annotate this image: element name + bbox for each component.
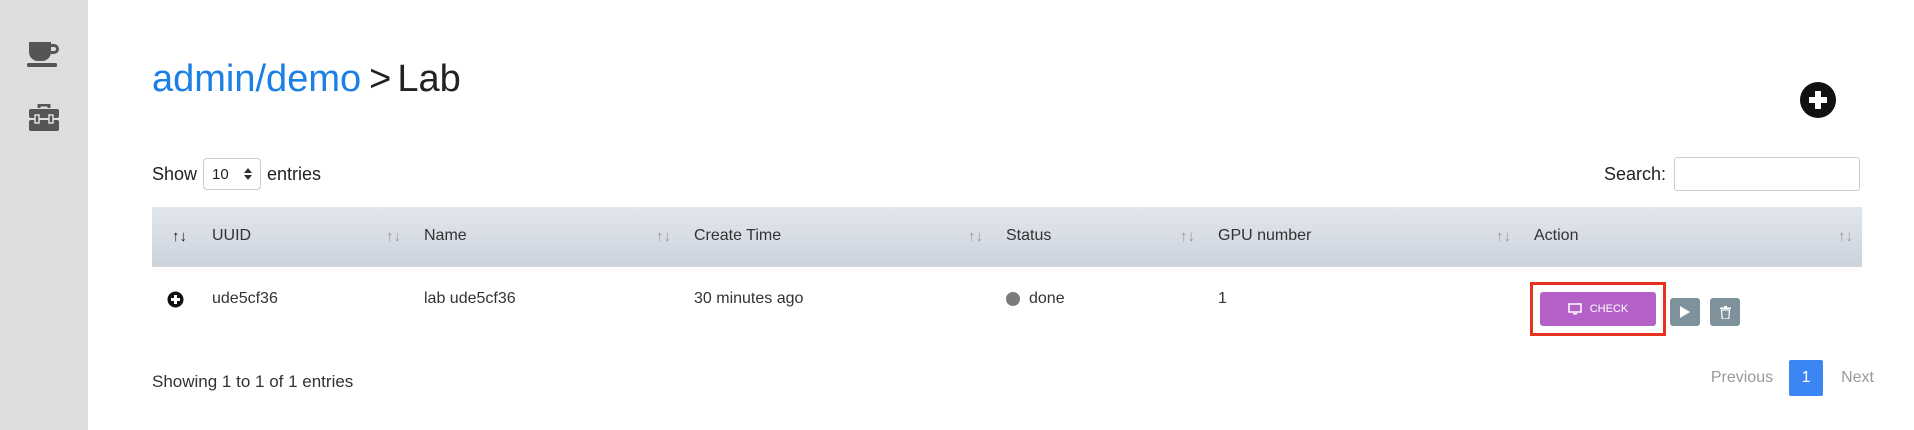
column-header-action[interactable]: Action [1534, 207, 1578, 265]
add-lab-button[interactable] [1800, 82, 1836, 118]
plus-circle-icon [1809, 91, 1827, 109]
search-control: Search: [1604, 156, 1860, 192]
breadcrumb-current: Lab [397, 58, 461, 100]
previous-page-button[interactable]: Previous [1711, 369, 1773, 387]
table-header: ↑↓ UUID ↑↓ Name ↑↓ Create Time ↑↓ Status… [152, 207, 1862, 267]
sort-status-icon[interactable]: ↑↓ [1180, 207, 1195, 265]
column-header-create-time[interactable]: Create Time [694, 207, 781, 265]
column-header-gpu-number[interactable]: GPU number [1218, 207, 1311, 265]
search-label: Search: [1603, 163, 1666, 184]
cell-create-time: 30 minutes ago [694, 290, 804, 307]
entries-label: entries [267, 163, 322, 184]
search-input[interactable] [1674, 157, 1860, 191]
status-text: done [1029, 290, 1065, 307]
breadcrumb-separator: > [369, 58, 392, 100]
next-page-button[interactable]: Next [1841, 369, 1874, 387]
cell-name: lab ude5cf36 [424, 290, 516, 307]
sort-name-icon[interactable]: ↑↓ [656, 207, 671, 265]
toolbox-icon[interactable] [26, 100, 62, 136]
status-dot-icon [1006, 292, 1020, 306]
sort-action-icon[interactable]: ↑↓ [1838, 207, 1853, 265]
play-icon [1680, 306, 1690, 318]
page-1-button[interactable]: 1 [1789, 360, 1824, 396]
expand-row-icon[interactable] [167, 267, 184, 331]
monitor-icon [1567, 303, 1582, 315]
check-button-highlight: CHECK [1530, 282, 1666, 336]
column-header-uuid[interactable]: UUID [212, 207, 251, 265]
sort-gpu-number-icon[interactable]: ↑↓ [1496, 207, 1511, 265]
table-info: Showing 1 to 1 of 1 entries [152, 372, 354, 391]
trash-icon [1719, 305, 1731, 319]
breadcrumb: admin/demo > Lab [152, 58, 461, 101]
sort-uuid-icon[interactable]: ↑↓ [386, 207, 401, 265]
sort-create-time-icon[interactable]: ↑↓ [968, 207, 983, 265]
run-button[interactable] [1670, 298, 1700, 326]
delete-button[interactable] [1710, 298, 1740, 326]
check-button[interactable]: CHECK [1540, 292, 1656, 326]
pagination: Previous 1 Next [1711, 360, 1874, 396]
entries-per-page-select[interactable]: 10 [203, 158, 262, 190]
entries-length-control: Show 10 entries [152, 156, 321, 192]
breadcrumb-link-admin-demo[interactable]: admin/demo [152, 58, 361, 100]
select-arrows-icon [244, 168, 253, 180]
expand-column-sort-icon[interactable]: ↑↓ [172, 207, 187, 265]
coffee-cup-icon[interactable] [26, 36, 62, 72]
entries-per-page-value: 10 [212, 165, 229, 183]
show-label: Show [152, 163, 198, 184]
cell-gpu-number: 1 [1218, 290, 1227, 307]
sidebar [0, 0, 88, 430]
cell-status: done [1006, 267, 1065, 331]
check-button-label: CHECK [1589, 303, 1629, 315]
column-header-status[interactable]: Status [1006, 207, 1051, 265]
column-header-name[interactable]: Name [424, 207, 467, 265]
cell-uuid: ude5cf36 [212, 290, 278, 307]
